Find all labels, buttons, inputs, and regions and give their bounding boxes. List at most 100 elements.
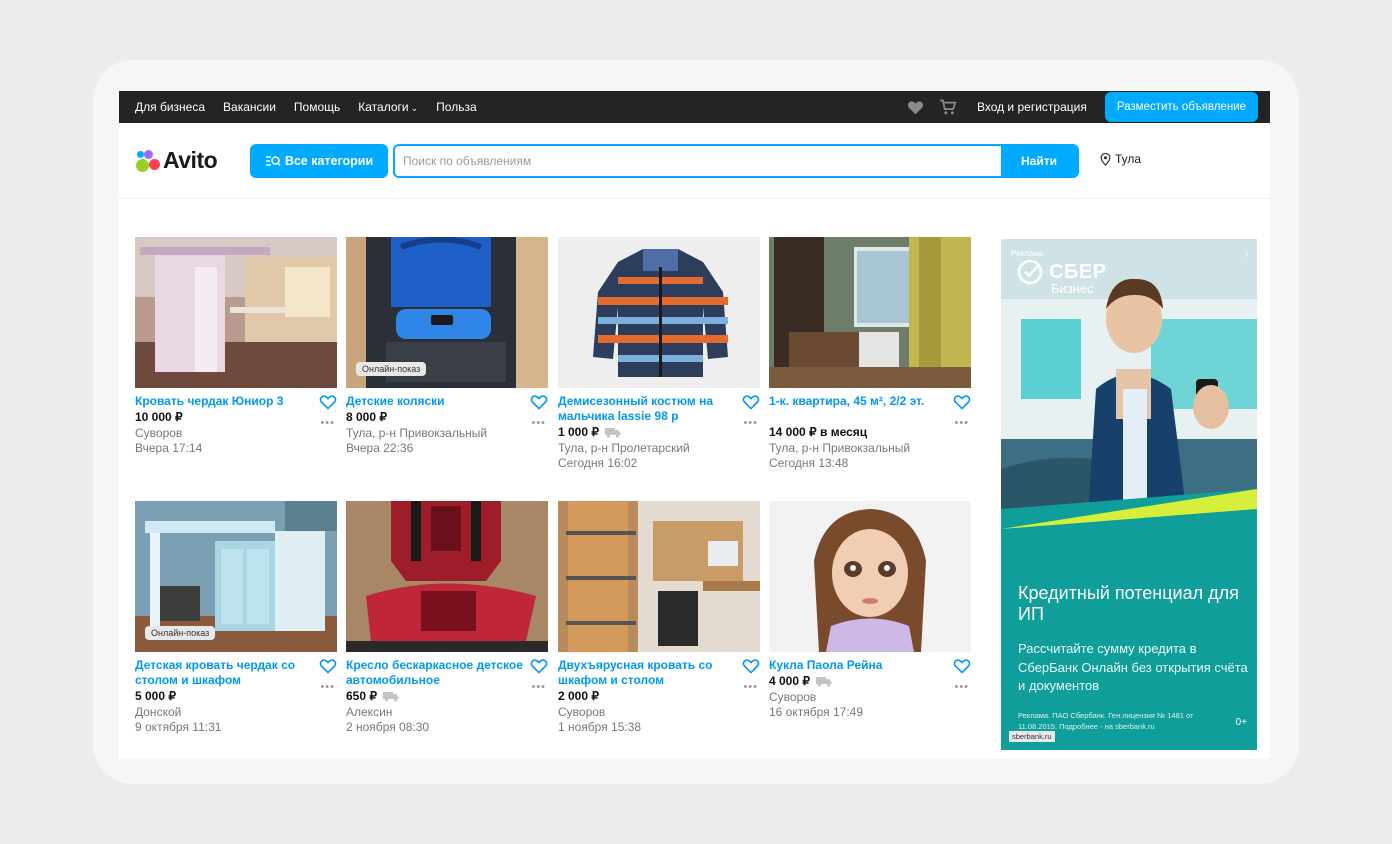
listing-price: 10 000 ₽	[135, 410, 315, 426]
all-categories-label: Все категории	[284, 154, 374, 168]
more-options-icon[interactable]: •••	[953, 417, 969, 429]
price-value: 5 000 ₽	[135, 689, 176, 703]
ad-age-rating: 0+	[1235, 717, 1247, 728]
ad-site-link[interactable]: sberbank.ru	[1009, 731, 1055, 742]
listing-title[interactable]: Детская кровать чердак со столом и шкафо…	[135, 658, 315, 688]
listing-meta: 5 000 ₽ Донской 9 октября 11:31	[135, 689, 315, 736]
search-button[interactable]: Найти	[1001, 146, 1077, 176]
listing-price: 1 000 ₽	[558, 425, 738, 441]
all-categories-button[interactable]: Все категории	[250, 144, 388, 178]
location-pin-icon	[1100, 152, 1111, 166]
listing-date: 1 ноября 15:38	[558, 720, 642, 734]
delivery-truck-icon	[816, 677, 832, 687]
listing-card-7[interactable]: Двухъярусная кровать со шкафом и столом …	[558, 501, 760, 741]
listing-photo[interactable]	[558, 237, 760, 388]
ad-text: Рассчитайте сумму кредита в СберБанк Онл…	[1018, 641, 1248, 693]
listing-meta: 1 000 ₽ Тула, р-н Пролетарский Сегодня 1…	[558, 425, 738, 472]
listing-location: Суворов	[769, 689, 817, 704]
listing-meta: 650 ₽ Алексин 2 ноября 08:30	[346, 689, 526, 736]
more-options-icon[interactable]: •••	[742, 681, 758, 693]
listing-location: Донской	[135, 704, 182, 719]
favorite-heart-icon[interactable]	[953, 394, 971, 410]
avito-logo[interactable]: Avito	[135, 147, 218, 174]
categories-search-icon	[265, 156, 281, 166]
listing-title[interactable]: Детские коляски	[346, 394, 526, 409]
heart-icon[interactable]	[907, 98, 925, 116]
listing-title[interactable]: 1-к. квартира, 45 м², 2/2 эт.	[769, 394, 949, 409]
price-value: 650 ₽	[346, 689, 377, 703]
online-show-badge: Онлайн-показ	[145, 626, 216, 640]
price-value: 2 000 ₽	[558, 689, 599, 703]
ad-photo	[1001, 239, 1257, 549]
search-input[interactable]	[395, 146, 1001, 176]
listing-card-1[interactable]: Кровать чердак Юниор 3 ••• 10 000 ₽ Суво…	[135, 237, 337, 477]
listing-location: Суворов	[558, 704, 606, 719]
listing-photo[interactable]	[346, 501, 548, 652]
price-value: 8 000 ₽	[346, 410, 387, 424]
listing-card-2[interactable]: Онлайн-показ Детские коляски ••• 8 000 ₽…	[346, 237, 548, 477]
favorite-heart-icon[interactable]	[742, 658, 760, 674]
listing-location: Алексин	[346, 704, 393, 719]
search-bar: Найти	[393, 144, 1079, 178]
listing-price: 2 000 ₽	[558, 689, 738, 705]
listing-card-3[interactable]: Демисезонный костюм на мальчика lassie 9…	[558, 237, 760, 477]
ad-info-icon[interactable]: i	[1246, 249, 1248, 259]
login-link[interactable]: Вход и регистрация	[977, 100, 1087, 114]
browser-screen: Для бизнеса Вакансии Помощь Каталоги ⌄ По…	[119, 91, 1270, 759]
sber-check-icon	[1017, 259, 1043, 285]
ad-headline: Кредитный потенциал для ИП	[1018, 583, 1239, 624]
delivery-truck-icon	[605, 428, 621, 438]
more-options-icon[interactable]: •••	[742, 417, 758, 429]
listing-location: Тула, р-н Пролетарский	[558, 440, 690, 455]
nav-catalogs[interactable]: Каталоги ⌄	[358, 100, 418, 114]
ad-label: Реклама	[1011, 249, 1044, 258]
post-ad-button[interactable]: Разместить объявление	[1104, 92, 1258, 122]
top-nav: Для бизнеса Вакансии Помощь Каталоги ⌄ По…	[135, 91, 477, 123]
logo-dots-icon	[135, 148, 161, 174]
listing-card-8[interactable]: Кукла Паола Рейна ••• 4 000 ₽ Суворов 16…	[769, 501, 971, 741]
more-options-icon[interactable]: •••	[319, 417, 335, 429]
listing-location: Тула, р-н Привокзальный	[769, 440, 911, 455]
more-options-icon[interactable]: •••	[319, 681, 335, 693]
listing-title[interactable]: Кукла Паола Рейна	[769, 658, 949, 673]
nav-help[interactable]: Помощь	[294, 100, 340, 114]
listing-card-5[interactable]: Онлайн-показ Детская кровать чердак со с…	[135, 501, 337, 741]
favorite-heart-icon[interactable]	[319, 658, 337, 674]
listing-meta: 2 000 ₽ Суворов 1 ноября 15:38	[558, 689, 738, 736]
city-selector[interactable]: Тула	[1100, 152, 1141, 166]
more-options-icon[interactable]: •••	[953, 681, 969, 693]
cart-icon[interactable]	[939, 98, 957, 116]
listing-price: 5 000 ₽	[135, 689, 315, 705]
favorite-heart-icon[interactable]	[530, 394, 548, 410]
listing-photo[interactable]	[769, 501, 971, 652]
favorite-heart-icon[interactable]	[530, 658, 548, 674]
listing-title[interactable]: Двухъярусная кровать со шкафом и столом	[558, 658, 738, 688]
listing-title[interactable]: Демисезонный костюм на мальчика lassie 9…	[558, 394, 738, 424]
more-options-icon[interactable]: •••	[530, 417, 546, 429]
favorite-heart-icon[interactable]	[742, 394, 760, 410]
listing-photo[interactable]	[769, 237, 971, 388]
listing-price: 4 000 ₽	[769, 674, 949, 690]
sber-ad-banner[interactable]: Реклама i СБЕР Бизнес Кредитный потенциа…	[1001, 239, 1257, 750]
listing-meta: 10 000 ₽ Суворов Вчера 17:14	[135, 410, 315, 457]
delivery-truck-icon	[383, 692, 399, 702]
ad-legal: Реклама. ПАО Сбербанк. Ген.лицензия № 14…	[1018, 711, 1194, 731]
listing-photo[interactable]	[558, 501, 760, 652]
listing-date: 16 октября 17:49	[769, 705, 864, 719]
listing-title[interactable]: Кровать чердак Юниор 3	[135, 394, 315, 409]
listing-date: 2 ноября 08:30	[346, 720, 430, 734]
nav-business[interactable]: Для бизнеса	[135, 100, 205, 114]
favorite-heart-icon[interactable]	[953, 658, 971, 674]
listing-date: Сегодня 13:48	[769, 456, 849, 470]
listing-card-6[interactable]: Кресло бескаркасное детское автомобильно…	[346, 501, 548, 741]
listing-title[interactable]: Кресло бескаркасное детское автомобильно…	[346, 658, 526, 688]
nav-vacancies[interactable]: Вакансии	[223, 100, 276, 114]
nav-benefit[interactable]: Польза	[436, 100, 476, 114]
listing-card-4[interactable]: 1-к. квартира, 45 м², 2/2 эт. ••• 14 000…	[769, 237, 971, 477]
more-options-icon[interactable]: •••	[530, 681, 546, 693]
favorite-heart-icon[interactable]	[319, 394, 337, 410]
listing-photo[interactable]	[135, 237, 337, 388]
listing-meta: 14 000 ₽ в месяц Тула, р-н Привокзальный…	[769, 425, 949, 472]
listing-meta: 8 000 ₽ Тула, р-н Привокзальный Вчера 22…	[346, 410, 526, 457]
top-bar: Для бизнеса Вакансии Помощь Каталоги ⌄ По…	[119, 91, 1270, 123]
